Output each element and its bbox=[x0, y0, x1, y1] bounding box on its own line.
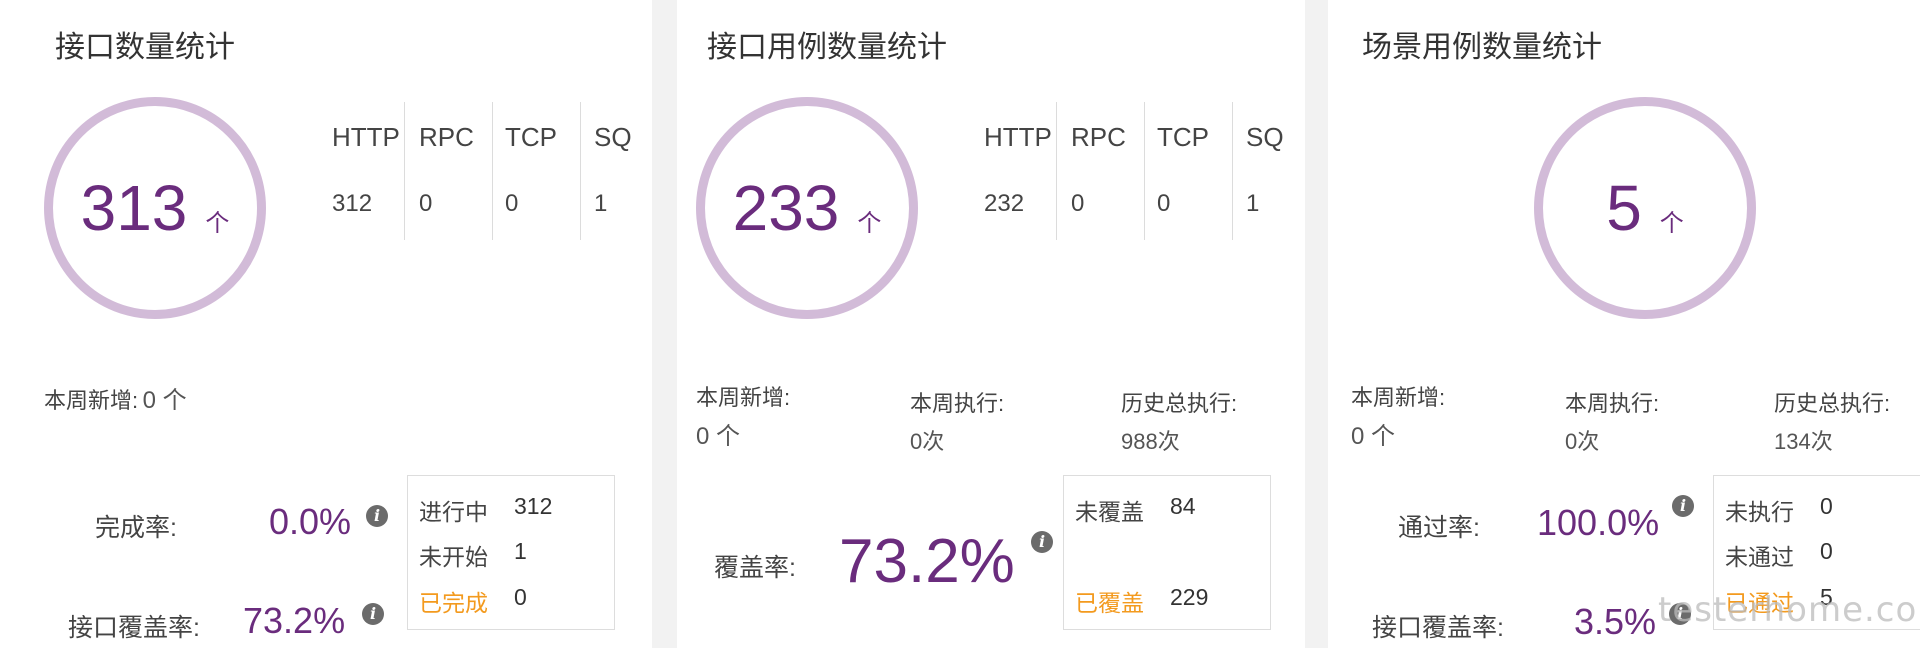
weekly-new-label: 本周新增: bbox=[44, 388, 139, 413]
legend-item-not-started: 未开始 1 bbox=[419, 538, 527, 570]
interface-coverage-label: 接口覆盖率: bbox=[1372, 614, 1504, 642]
weekly-exec-label: 本周执行: bbox=[910, 391, 1005, 416]
legend-item-completed: 已完成 0 bbox=[419, 584, 527, 616]
total-unit: 个 bbox=[205, 209, 230, 237]
info-icon[interactable]: i bbox=[362, 603, 384, 625]
legend-item-covered: 已覆盖 229 bbox=[1075, 584, 1209, 616]
protocol-col-rpc: RPC 0 bbox=[404, 102, 492, 240]
protocol-header: RPC bbox=[419, 122, 474, 152]
protocol-value: 1 bbox=[594, 190, 608, 217]
protocol-header: TCP bbox=[505, 122, 557, 152]
weekly-new-value: 0 个 bbox=[142, 387, 187, 414]
weekly-new: 本周新增: 0 个 bbox=[44, 380, 187, 415]
total-count: 313 bbox=[80, 172, 188, 244]
protocol-header: SQ bbox=[594, 122, 632, 152]
coverage-rate-label: 覆盖率: bbox=[714, 554, 796, 582]
info-icon[interactable]: i bbox=[1031, 531, 1053, 553]
interface-coverage-value: 73.2% bbox=[243, 600, 346, 641]
completion-rate-label: 完成率: bbox=[95, 514, 177, 542]
total-ring: 313 个 bbox=[44, 97, 266, 319]
legend-item-not-executed: 未执行 0 bbox=[1725, 493, 1833, 525]
protocol-header: RPC bbox=[1071, 122, 1126, 152]
weekly-new: 本周新增: 0 个 bbox=[1351, 380, 1445, 451]
protocol-value: 0 bbox=[419, 190, 433, 217]
total-ring: 5 个 bbox=[1534, 97, 1756, 319]
weekly-new-value: 0 个 bbox=[696, 423, 741, 450]
protocol-col-http: HTTP 232 bbox=[982, 102, 1056, 240]
panel-title: 场景用例数量统计 bbox=[1362, 31, 1602, 64]
total-count: 233 bbox=[732, 172, 840, 244]
total-ring: 233 个 bbox=[696, 97, 918, 319]
protocol-header: HTTP bbox=[332, 122, 400, 152]
protocol-col-sq: SQ 1 bbox=[1232, 102, 1304, 240]
protocol-value: 1 bbox=[1246, 190, 1260, 217]
weekly-new-label: 本周新增: bbox=[1351, 385, 1446, 410]
panel-title: 接口数量统计 bbox=[55, 31, 235, 64]
weekly-new-value: 0 个 bbox=[1351, 423, 1396, 450]
interface-case-count-panel: 接口用例数量统计 233 个 HTTP 232 RPC 0 TCP 0 SQ 1… bbox=[677, 0, 1305, 648]
protocol-value: 0 bbox=[505, 190, 519, 217]
history-exec-label: 历史总执行: bbox=[1774, 391, 1891, 416]
completion-rate-value: 0.0% bbox=[269, 501, 352, 542]
weekly-new: 本周新增: 0 个 bbox=[696, 380, 790, 451]
history-exec-value: 988次 bbox=[1121, 429, 1180, 454]
protocol-col-sq: SQ 1 bbox=[580, 102, 652, 240]
legend-item-uncovered: 未覆盖 84 bbox=[1075, 493, 1196, 525]
protocol-col-rpc: RPC 0 bbox=[1056, 102, 1144, 240]
weekly-exec-label: 本周执行: bbox=[1565, 391, 1660, 416]
watermark: testerhome.com bbox=[1658, 590, 1920, 630]
coverage-rate-value: 73.2% bbox=[839, 527, 1015, 596]
scenario-case-count-panel: 场景用例数量统计 5 个 本周新增: 0 个 本周执行: 0次 历史总执行: 1… bbox=[1328, 0, 1920, 648]
protocol-header: TCP bbox=[1157, 122, 1209, 152]
pass-rate-label: 通过率: bbox=[1398, 514, 1480, 542]
weekly-exec-value: 0次 bbox=[910, 429, 945, 454]
protocol-value: 312 bbox=[332, 190, 373, 217]
info-icon[interactable]: i bbox=[1672, 495, 1694, 517]
total-unit: 个 bbox=[857, 209, 882, 237]
weekly-new-label: 本周新增: bbox=[696, 385, 791, 410]
protocol-value: 0 bbox=[1071, 190, 1085, 217]
protocol-col-tcp: TCP 0 bbox=[1144, 102, 1232, 240]
total-count: 5 bbox=[1606, 172, 1642, 244]
pass-rate-value: 100.0% bbox=[1537, 502, 1660, 543]
protocol-col-tcp: TCP 0 bbox=[492, 102, 580, 240]
legend-item-in-progress: 进行中 312 bbox=[419, 493, 553, 525]
status-legend: 进行中 312 未开始 1 已完成 0 bbox=[407, 475, 615, 630]
history-exec-value: 134次 bbox=[1774, 429, 1833, 454]
protocol-header: SQ bbox=[1246, 122, 1284, 152]
coverage-legend: 未覆盖 84 已覆盖 229 bbox=[1063, 475, 1271, 630]
weekly-exec: 本周执行: 0次 bbox=[910, 386, 1004, 456]
history-exec-label: 历史总执行: bbox=[1121, 391, 1238, 416]
protocol-value: 0 bbox=[1157, 190, 1171, 217]
protocol-table: HTTP 232 RPC 0 TCP 0 SQ 1 bbox=[982, 102, 1304, 240]
info-icon[interactable]: i bbox=[366, 505, 388, 527]
total-unit: 个 bbox=[1659, 209, 1684, 237]
protocol-value: 232 bbox=[984, 190, 1025, 217]
history-exec: 历史总执行: 134次 bbox=[1774, 386, 1890, 456]
interface-count-panel: 接口数量统计 313 个 HTTP 312 RPC 0 TCP 0 SQ 1 本… bbox=[0, 0, 652, 648]
weekly-exec: 本周执行: 0次 bbox=[1565, 386, 1659, 456]
interface-coverage-value: 3.5% bbox=[1574, 601, 1657, 642]
protocol-header: HTTP bbox=[984, 122, 1052, 152]
panel-title: 接口用例数量统计 bbox=[707, 31, 947, 64]
protocol-col-http: HTTP 312 bbox=[330, 102, 404, 240]
legend-item-not-passed: 未通过 0 bbox=[1725, 538, 1833, 570]
history-exec: 历史总执行: 988次 bbox=[1121, 386, 1237, 456]
weekly-exec-value: 0次 bbox=[1565, 429, 1600, 454]
protocol-table: HTTP 312 RPC 0 TCP 0 SQ 1 bbox=[330, 102, 652, 240]
interface-coverage-label: 接口覆盖率: bbox=[68, 614, 200, 642]
